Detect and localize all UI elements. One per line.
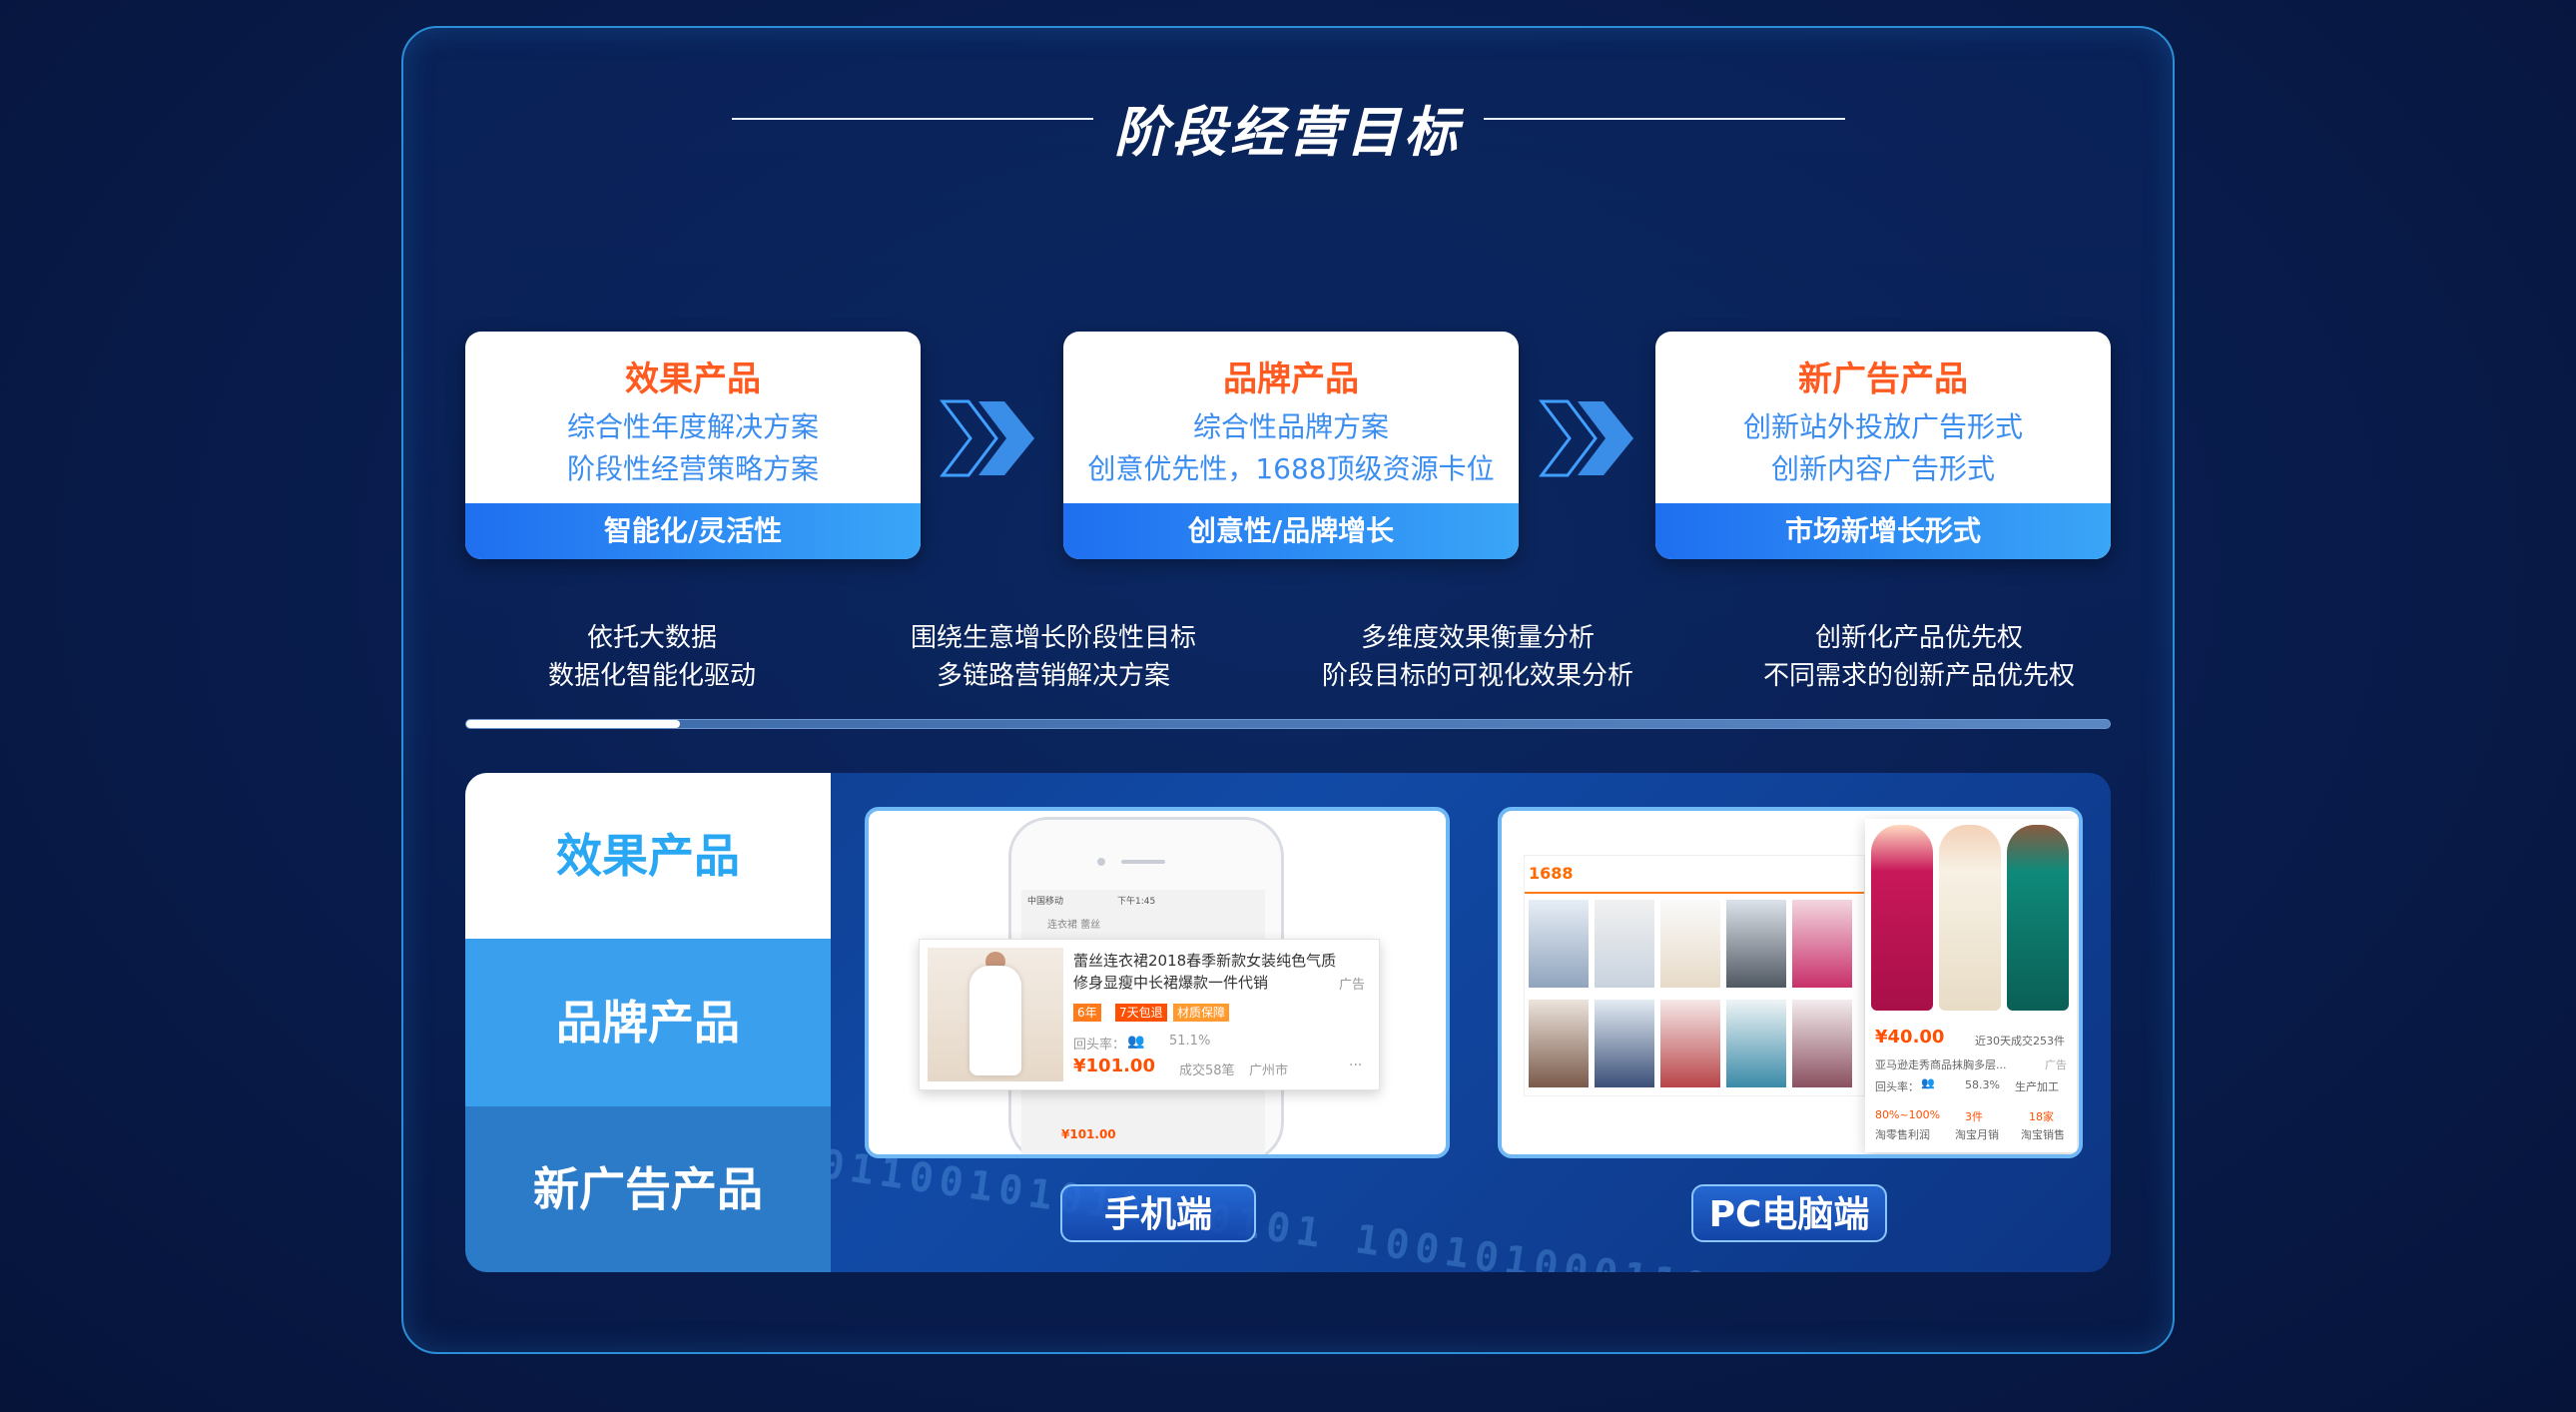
- product-thumbnail[interactable]: [1529, 900, 1589, 988]
- card-line: 阶段性经营策略方案: [566, 452, 819, 485]
- service-tag: 生产加工: [2015, 1080, 2059, 1093]
- product-name: 亚马逊走秀商品抹胸多层...: [1875, 1059, 2007, 1071]
- tab-performance-product[interactable]: 效果产品: [465, 773, 831, 939]
- location: 广州市: [1249, 1063, 1289, 1078]
- product-thumbnail[interactable]: [1792, 900, 1852, 988]
- tag-badge: 材质保障: [1173, 1004, 1230, 1022]
- title-divider-left: [732, 118, 1093, 120]
- pc-ad-card[interactable]: ¥40.00 近30天成交253件 亚马逊走秀商品抹胸多层... 广告 回头率：…: [1865, 819, 2077, 1152]
- product-thumbnail[interactable]: [1595, 900, 1654, 988]
- more-icon[interactable]: ···: [1349, 1058, 1362, 1073]
- page-title: 阶段经营目标: [1114, 101, 1462, 164]
- desc-line: 不同需求的创新产品优先权: [1762, 661, 2075, 691]
- card-line: 创意优先性，1688顶级资源卡位: [1087, 452, 1495, 485]
- tag-badge: 7天包退: [1115, 1004, 1167, 1022]
- product-thumbnail[interactable]: [1726, 900, 1786, 988]
- phone-search-text: 连衣裙 蕾丝: [1047, 920, 1101, 931]
- sales-count: 成交58笔: [1179, 1063, 1235, 1078]
- phone-carrier: 中国移动: [1027, 897, 1064, 907]
- ad-tag: 广告: [1339, 978, 1366, 993]
- mobile-ad-card[interactable]: 蕾丝连衣裙2018春季新款女装纯色气质 修身显瘦中长裙爆款一件代销 广告 6年 …: [919, 939, 1380, 1090]
- product-thumbnail[interactable]: [1726, 1000, 1786, 1087]
- recent-sales: 近30天成交253件: [1975, 1035, 2065, 1048]
- return-rate-label: 回头率：: [1875, 1080, 1919, 1093]
- return-rate: 58.3%: [1965, 1078, 2000, 1091]
- product-thumbnail[interactable]: [1529, 1000, 1589, 1087]
- stat-label: 淘宝销售: [2021, 1128, 2065, 1141]
- desc-line: 依托大数据: [586, 623, 717, 653]
- title-divider-right: [1484, 118, 1845, 120]
- stat-label: 淘宝月销: [1955, 1128, 1999, 1141]
- model-figure: [2007, 825, 2069, 1011]
- card-new-ad-product[interactable]: 新广告产品 创新站外投放广告形式 创新内容广告形式 市场新增长形式: [1655, 332, 2111, 559]
- tab-brand-product[interactable]: 品牌产品: [465, 939, 831, 1106]
- chevron-right-icon: [1538, 399, 1633, 477]
- desc-line: 数据化智能化驱动: [547, 661, 756, 691]
- product-tabs: 效果产品 品牌产品 新广告产品: [465, 773, 831, 1272]
- mobile-ad-preview: 中国移动 下午1:45 连衣裙 蕾丝 ¥101.00 蕾丝连衣裙2018春季新款…: [865, 807, 1450, 1158]
- product-title: 蕾丝连衣裙2018春季新款女装纯色气质: [1073, 952, 1337, 970]
- desc-line: 创新化产品优先权: [1814, 623, 2023, 653]
- feature-description: 创新化产品优先权 不同需求的创新产品优先权: [1719, 619, 2119, 695]
- product-thumbnail[interactable]: [1595, 1000, 1654, 1087]
- card-feature-bar: 智能化/灵活性: [465, 503, 921, 559]
- card-performance-product[interactable]: 效果产品 综合性年度解决方案 阶段性经营策略方案 智能化/灵活性: [465, 332, 921, 559]
- stat-value: 80%~100%: [1875, 1108, 1941, 1121]
- card-line: 创新站外投放广告形式: [1742, 410, 2023, 443]
- phone-under-price: ¥101.00: [1061, 1127, 1116, 1141]
- stat-value: 18家: [2029, 1110, 2054, 1123]
- user-icon: 👥: [1127, 1034, 1145, 1050]
- product-thumbnail[interactable]: [1660, 1000, 1720, 1087]
- product-thumbnail[interactable]: [1660, 900, 1720, 988]
- model-figure: [1939, 825, 2001, 1011]
- model-figure: [1871, 825, 1933, 1011]
- site-logo: 1688: [1529, 864, 1574, 883]
- product-thumbnail[interactable]: [1792, 1000, 1852, 1087]
- tag-badge: 6年: [1073, 1004, 1101, 1022]
- card-feature-bar: 创意性/品牌增长: [1063, 503, 1519, 559]
- card-line: 创新内容广告形式: [1770, 452, 1995, 485]
- card-title: 新广告产品: [1798, 359, 1968, 399]
- chevron-right-icon: [939, 399, 1034, 477]
- pc-ad-preview: 1688 ¥40.00 近30天成交253件 亚马逊走秀商品抹胸多层... 广告…: [1498, 807, 2083, 1158]
- section-header: 阶段经营目标: [0, 88, 2576, 164]
- phone-time: 下午1:45: [1117, 897, 1156, 907]
- ad-tag: 广告: [2045, 1059, 2067, 1071]
- product-image: [928, 948, 1063, 1081]
- white-dress: [969, 966, 1021, 1075]
- card-feature-bar: 市场新增长形式: [1655, 503, 2111, 559]
- return-rate-label: 回头率：: [1073, 1038, 1126, 1053]
- phone-speaker: [1121, 860, 1165, 864]
- desc-line: 围绕生意增长阶段性目标: [910, 623, 1196, 653]
- mobile-label-button[interactable]: 手机端: [1060, 1184, 1256, 1242]
- product-showcase: 01001100101010010101 1001010001101011010…: [465, 773, 2111, 1272]
- product-price: ¥40.00: [1875, 1027, 1945, 1048]
- feature-description: 围绕生意增长阶段性目标 多链路营销解决方案: [854, 619, 1253, 695]
- return-rate: 51.1%: [1169, 1034, 1211, 1049]
- feature-description: 依托大数据 数据化智能化驱动: [452, 619, 852, 695]
- pc-product-grid: 1688: [1524, 855, 1865, 1096]
- card-brand-product[interactable]: 品牌产品 综合性品牌方案 创意优先性，1688顶级资源卡位 创意性/品牌增长: [1063, 332, 1519, 559]
- progress-fill: [466, 720, 680, 728]
- desc-line: 多链路营销解决方案: [936, 661, 1170, 691]
- pc-header: 1688: [1525, 856, 1864, 894]
- feature-description: 多维度效果衡量分析 阶段目标的可视化效果分析: [1278, 619, 1677, 695]
- card-line: 综合性品牌方案: [1192, 410, 1389, 443]
- stat-value: 3件: [1965, 1110, 1983, 1123]
- card-title: 效果产品: [625, 359, 761, 399]
- pc-label-button[interactable]: PC电脑端: [1691, 1184, 1887, 1242]
- desc-line: 多维度效果衡量分析: [1360, 623, 1595, 653]
- card-title: 品牌产品: [1223, 359, 1359, 399]
- product-title: 修身显瘦中长裙爆款一件代销: [1073, 974, 1269, 992]
- user-icon: 👥: [1921, 1076, 1935, 1089]
- desc-line: 阶段目标的可视化效果分析: [1321, 661, 1633, 691]
- phone-camera: [1097, 858, 1105, 866]
- product-price: ¥101.00: [1073, 1056, 1155, 1076]
- card-line: 综合性年度解决方案: [566, 410, 819, 443]
- tab-new-ad-product[interactable]: 新广告产品: [465, 1106, 831, 1272]
- progress-bar: [465, 719, 2111, 729]
- stat-label: 淘零售利润: [1875, 1128, 1930, 1141]
